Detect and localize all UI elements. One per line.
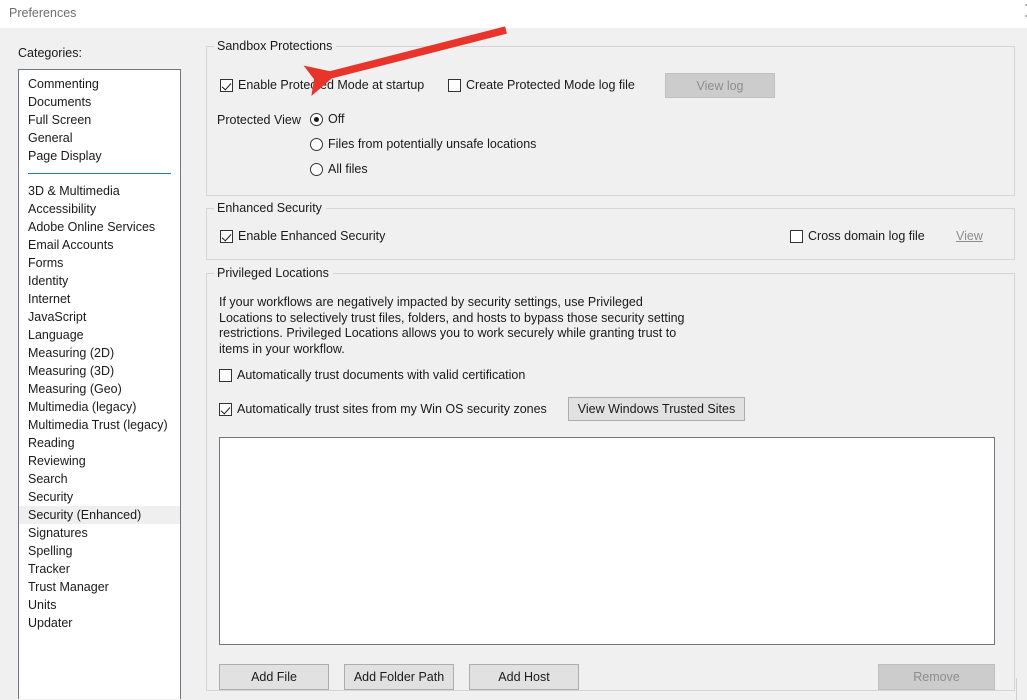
auto-trust-documents-label: Automatically trust documents with valid…	[237, 368, 526, 382]
sidebar-item-email-accounts[interactable]: Email Accounts	[19, 236, 180, 254]
sidebar-item-reviewing[interactable]: Reviewing	[19, 452, 180, 470]
protected-view-option-off[interactable]: Off	[310, 112, 344, 126]
category-list-secondary-group: 3D & Multimedia Accessibility Adobe Online…	[19, 182, 180, 632]
sidebar-item-commenting[interactable]: Commenting	[19, 75, 180, 93]
sidebar-item-multimedia-trust-legacy[interactable]: Multimedia Trust (legacy)	[19, 416, 180, 434]
enable-enhanced-security-checkbox-icon[interactable]	[220, 230, 233, 243]
categories-label: Categories:	[18, 46, 82, 60]
category-list-separator	[28, 173, 171, 174]
sidebar-item-page-display[interactable]: Page Display	[19, 147, 180, 165]
protected-view-unsafe-radio-icon[interactable]	[310, 138, 323, 151]
create-log-file-checkbox-icon[interactable]	[448, 79, 461, 92]
pane-scroll-edge	[1016, 678, 1017, 700]
sidebar-item-general[interactable]: General	[19, 129, 180, 147]
add-folder-path-button[interactable]: Add Folder Path	[344, 664, 454, 690]
sidebar-item-search[interactable]: Search	[19, 470, 180, 488]
sidebar-item-accessibility[interactable]: Accessibility	[19, 200, 180, 218]
sidebar-item-measuring-geo[interactable]: Measuring (Geo)	[19, 380, 180, 398]
sidebar-item-javascript[interactable]: JavaScript	[19, 308, 180, 326]
category-list-scrollbar[interactable]	[181, 69, 183, 699]
sidebar-item-signatures[interactable]: Signatures	[19, 524, 180, 542]
remove-button[interactable]: Remove	[878, 664, 995, 690]
window-title-bar: Preferences	[0, 0, 1027, 28]
sidebar-item-multimedia-legacy[interactable]: Multimedia (legacy)	[19, 398, 180, 416]
preferences-dialog-body: Categories: Commenting Documents Full Scre…	[0, 28, 1027, 700]
protected-view-all-files-radio-icon[interactable]	[310, 163, 323, 176]
sidebar-item-adobe-online-services[interactable]: Adobe Online Services	[19, 218, 180, 236]
sidebar-item-identity[interactable]: Identity	[19, 272, 180, 290]
auto-trust-documents-checkbox-icon[interactable]	[219, 369, 232, 382]
sidebar-item-tracker[interactable]: Tracker	[19, 560, 180, 578]
enable-enhanced-security-label: Enable Enhanced Security	[238, 229, 386, 243]
sidebar-item-documents[interactable]: Documents	[19, 93, 180, 111]
cross-domain-view-link[interactable]: View	[956, 229, 983, 243]
sidebar-item-units[interactable]: Units	[19, 596, 180, 614]
sidebar-item-reading[interactable]: Reading	[19, 434, 180, 452]
protected-view-option-all-files[interactable]: All files	[310, 162, 368, 176]
enhanced-security-legend: Enhanced Security	[214, 201, 326, 215]
sidebar-item-spelling[interactable]: Spelling	[19, 542, 180, 560]
sidebar-item-forms[interactable]: Forms	[19, 254, 180, 272]
sidebar-item-security[interactable]: Security	[19, 488, 180, 506]
privileged-locations-listbox[interactable]	[219, 437, 995, 645]
view-log-button[interactable]: View log	[665, 73, 775, 98]
protected-view-all-files-label: All files	[328, 162, 368, 176]
sidebar-item-trust-manager[interactable]: Trust Manager	[19, 578, 180, 596]
sidebar-item-security-enhanced[interactable]: Security (Enhanced)	[19, 506, 180, 524]
sandbox-protections-legend: Sandbox Protections	[214, 39, 337, 53]
sidebar-item-measuring-2d[interactable]: Measuring (2D)	[19, 344, 180, 362]
protected-view-label: Protected View	[217, 113, 301, 127]
cross-domain-log-label: Cross domain log file	[808, 229, 925, 243]
enable-enhanced-security-checkbox-row[interactable]: Enable Enhanced Security	[220, 229, 385, 243]
category-list-primary-group: Commenting Documents Full Screen General Pag…	[19, 75, 180, 165]
enable-protected-mode-label: Enable Protected Mode at startup	[238, 78, 425, 92]
sidebar-item-3d-multimedia[interactable]: 3D & Multimedia	[19, 182, 180, 200]
window-controls-icon[interactable]	[1012, 4, 1027, 26]
sidebar-item-measuring-3d[interactable]: Measuring (3D)	[19, 362, 180, 380]
window-title: Preferences	[9, 6, 77, 20]
view-windows-trusted-sites-button[interactable]: View Windows Trusted Sites	[568, 397, 745, 421]
create-log-file-label: Create Protected Mode log file	[466, 78, 635, 92]
enable-protected-mode-checkbox-row[interactable]: Enable Protected Mode at startup	[220, 78, 424, 92]
category-list[interactable]: Commenting Documents Full Screen General Pag…	[18, 69, 181, 699]
enable-protected-mode-checkbox-icon[interactable]	[220, 79, 233, 92]
cross-domain-log-checkbox-icon[interactable]	[790, 230, 803, 243]
auto-trust-sites-checkbox-row[interactable]: Automatically trust sites from my Win OS…	[219, 402, 547, 416]
protected-view-off-label: Off	[328, 112, 345, 126]
privileged-locations-description: If your workflows are negatively impacte…	[219, 295, 685, 356]
add-host-button[interactable]: Add Host	[469, 664, 579, 690]
auto-trust-sites-label: Automatically trust sites from my Win OS…	[237, 402, 547, 416]
sidebar-item-internet[interactable]: Internet	[19, 290, 180, 308]
sidebar-item-full-screen[interactable]: Full Screen	[19, 111, 180, 129]
settings-pane: Sandbox Protections Enable Protected Mod…	[197, 28, 1027, 700]
cross-domain-log-file-checkbox-row[interactable]: Cross domain log file	[790, 229, 925, 243]
privileged-locations-legend: Privileged Locations	[214, 266, 333, 280]
auto-trust-sites-checkbox-icon[interactable]	[219, 403, 232, 416]
sidebar-item-updater[interactable]: Updater	[19, 614, 180, 632]
add-file-button[interactable]: Add File	[219, 664, 329, 690]
protected-view-unsafe-label: Files from potentially unsafe locations	[328, 137, 537, 151]
sidebar-item-language[interactable]: Language	[19, 326, 180, 344]
create-protected-mode-log-file-checkbox-row[interactable]: Create Protected Mode log file	[448, 78, 635, 92]
protected-view-option-unsafe-locations[interactable]: Files from potentially unsafe locations	[310, 137, 536, 151]
auto-trust-documents-checkbox-row[interactable]: Automatically trust documents with valid…	[219, 368, 525, 382]
protected-view-off-radio-icon[interactable]	[310, 113, 323, 126]
